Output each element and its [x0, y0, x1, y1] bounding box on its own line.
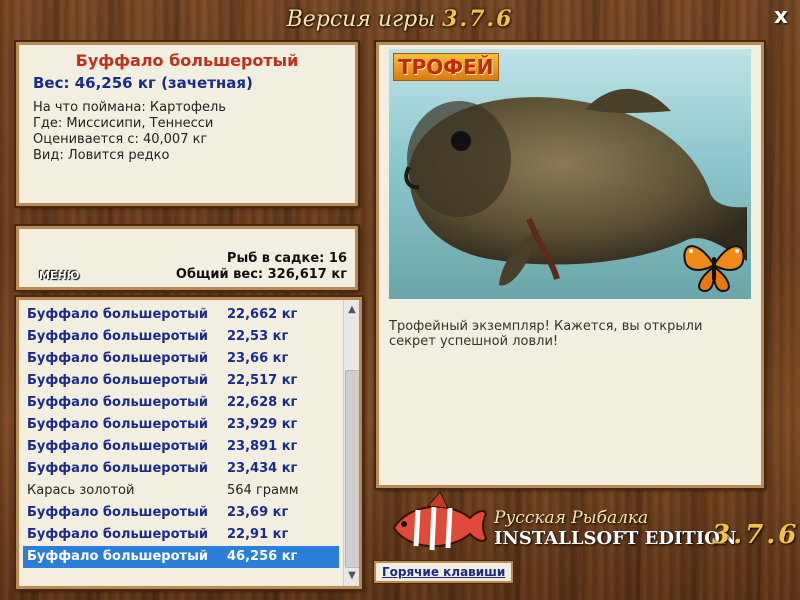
- catch-list-rows: Буффало большеротый 22,662 кг Буффало боль…: [23, 304, 339, 568]
- logo-edition: INSTALLSOFT EDITION: [494, 528, 737, 549]
- fish-info-panel: Буффало большеротый Вес: 46,256 кг (заче…: [16, 42, 358, 206]
- fish-photo: ТРОФЕЙ: [389, 49, 751, 299]
- catch-list-row[interactable]: Буффало большеротый 23,891 кг: [23, 436, 339, 458]
- catch-fish-name: Буффало большеротый: [27, 373, 208, 388]
- catch-fish-weight: 22,628 кг: [227, 395, 298, 410]
- total-weight: Общий вес: 326,617 кг: [175, 267, 347, 282]
- hotkeys-link[interactable]: Горячие клавиши: [374, 561, 514, 583]
- catch-fish-name: Буффало большеротый: [27, 417, 208, 432]
- logo-fish-icon: [392, 491, 488, 551]
- catch-fish-name: Буффало большеротый: [27, 527, 208, 542]
- scroll-up-icon[interactable]: ▲: [344, 302, 359, 318]
- trophy-description: Трофейный экземпляр! Кажется, вы открыли…: [389, 319, 703, 349]
- title-prefix: Версия игры: [286, 7, 436, 32]
- close-icon[interactable]: x: [768, 4, 794, 30]
- catch-list-row[interactable]: Буффало большеротый 22,628 кг: [23, 392, 339, 414]
- catch-list-row[interactable]: Буффало большеротый 23,66 кг: [23, 348, 339, 370]
- catch-fish-name: Карась золотой: [27, 483, 135, 498]
- fish-weight: Вес: 46,256 кг (зачетная): [33, 74, 253, 92]
- scroll-thumb[interactable]: [345, 370, 359, 568]
- catch-fish-weight: 22,91 кг: [227, 527, 289, 542]
- catch-fish-weight: 22,662 кг: [227, 307, 298, 322]
- catch-fish-name: Буффало большеротый: [27, 461, 208, 476]
- catch-fish-name: Буффало большеротый: [27, 549, 208, 564]
- catch-fish-name: Буффало большеротый: [27, 307, 208, 322]
- catch-fish-weight: 22,53 кг: [227, 329, 289, 344]
- fish-count: Рыб в садке: 16: [226, 251, 347, 266]
- catch-list-row[interactable]: Буффало большеротый 23,69 кг: [23, 502, 339, 524]
- catch-fish-name: Буффало большеротый: [27, 351, 208, 366]
- catch-list-row[interactable]: Буффало большеротый 22,662 кг: [23, 304, 339, 326]
- fish-name: Буффало большеротый: [75, 51, 299, 70]
- trophy-panel: ТРОФЕЙ Трофейный экземпляр! Кажется, вы …: [376, 42, 764, 488]
- keepnet-stats-panel: Рыб в садке: 16 Общий вес: 326,617 кг МЕ…: [16, 226, 358, 290]
- catch-fish-weight: 564 грамм: [227, 483, 299, 498]
- logo-game-name: Русская Рыбалка: [494, 508, 649, 528]
- catch-fish-weight: 23,434 кг: [227, 461, 298, 476]
- catch-fish-weight: 23,891 кг: [227, 439, 298, 454]
- catch-fish-weight: 22,517 кг: [227, 373, 298, 388]
- catch-list-row[interactable]: Буффало большеротый 23,929 кг: [23, 414, 339, 436]
- rated-line: Оценивается с: 40,007 кг: [33, 132, 208, 147]
- catch-list-row[interactable]: Буффало большеротый 46,256 кг: [23, 546, 339, 568]
- logo-version: 3.7.6: [712, 520, 800, 550]
- list-scrollbar[interactable]: ▲ ▼: [343, 300, 359, 586]
- catch-fish-name: Буффало большеротый: [27, 329, 208, 344]
- catch-list-row[interactable]: Буффало большеротый 22,53 кг: [23, 326, 339, 348]
- menu-button[interactable]: МЕНЮ: [39, 269, 80, 282]
- catch-fish-weight: 23,66 кг: [227, 351, 289, 366]
- catch-list-row[interactable]: Буффало большеротый 22,91 кг: [23, 524, 339, 546]
- window-title: Версия игры 3.7.6: [0, 6, 800, 32]
- kind-line: Вид: Ловится редко: [33, 148, 170, 163]
- trophy-badge: ТРОФЕЙ: [393, 53, 499, 81]
- catch-fish-name: Буффало большеротый: [27, 505, 208, 520]
- catch-list-row[interactable]: Буффало большеротый 22,517 кг: [23, 370, 339, 392]
- scroll-down-icon[interactable]: ▼: [344, 568, 359, 584]
- title-version: 3.7.6: [442, 6, 514, 32]
- catch-list-row[interactable]: Карась золотой 564 грамм: [23, 480, 339, 502]
- catch-list: Буффало большеротый 22,662 кг Буффало боль…: [16, 297, 362, 589]
- catch-list-row[interactable]: Буффало большеротый 23,434 кг: [23, 458, 339, 480]
- catch-fish-name: Буффало большеротый: [27, 439, 208, 454]
- bait-line: На что поймана: Картофель: [33, 100, 226, 115]
- catch-fish-weight: 46,256 кг: [227, 549, 298, 564]
- catch-fish-weight: 23,69 кг: [227, 505, 289, 520]
- catch-fish-name: Буффало большеротый: [27, 395, 208, 410]
- location-line: Где: Миссисипи, Теннесси: [33, 116, 214, 131]
- catch-fish-weight: 23,929 кг: [227, 417, 298, 432]
- butterfly-icon: [683, 245, 745, 293]
